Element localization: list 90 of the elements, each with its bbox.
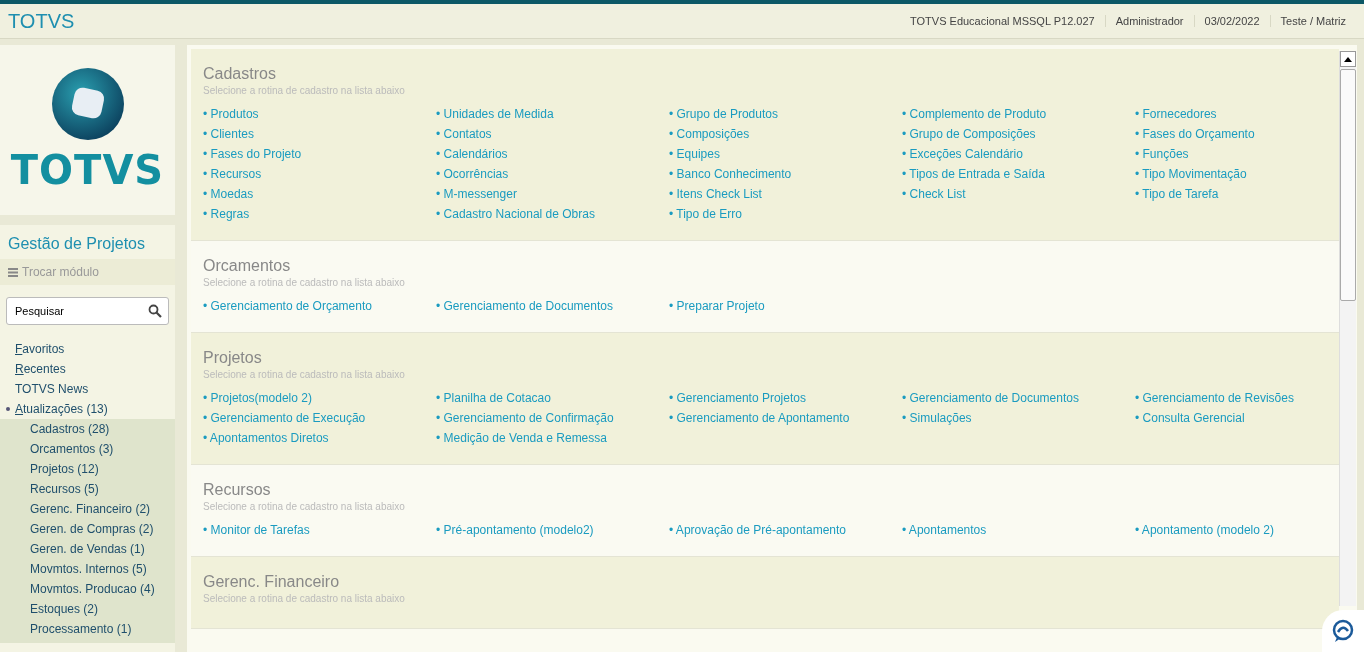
app-brand: TOTVS: [8, 9, 75, 33]
routine-link[interactable]: • Calendários: [436, 144, 669, 164]
routine-link[interactable]: • Fases do Projeto: [203, 144, 436, 164]
routine-link[interactable]: • Projetos(modelo 2): [203, 388, 436, 408]
routine-link[interactable]: • Simulações: [902, 408, 1135, 428]
routine-link[interactable]: • Check List: [902, 184, 1135, 204]
routine-link[interactable]: • Grupo de Composições: [902, 124, 1135, 144]
routine-link[interactable]: • Apontamento (modelo 2): [1135, 520, 1339, 540]
routine-link[interactable]: • Gerenciamento de Documentos: [436, 296, 669, 316]
submenu-item[interactable]: Cadastros (28): [0, 419, 175, 439]
routine-link[interactable]: • Clientes: [203, 124, 436, 144]
routine-link[interactable]: • Exceções Calendário: [902, 144, 1135, 164]
submenu-item[interactable]: Recursos (5): [0, 479, 175, 499]
routine-link[interactable]: • Grupo de Produtos: [669, 104, 902, 124]
routine-link[interactable]: • Gerenciamento de Execução: [203, 408, 436, 428]
switch-module-button[interactable]: Trocar módulo: [0, 259, 175, 285]
routine-link[interactable]: • Apontamentos: [902, 520, 1135, 540]
submenu-item[interactable]: Geren. de Vendas (1): [0, 539, 175, 559]
routine-link[interactable]: • Fornecedores: [1135, 104, 1339, 124]
scrollbar[interactable]: [1339, 51, 1356, 606]
expanded-dot-icon: [6, 407, 10, 411]
routine-link[interactable]: • Tipo de Erro: [669, 204, 902, 224]
routine-link[interactable]: • Unidades de Medida: [436, 104, 669, 124]
menu-item[interactable]: Atualizações (13): [0, 399, 175, 419]
scroll-up-button[interactable]: [1340, 51, 1356, 67]
routine-link[interactable]: • Composições: [669, 124, 902, 144]
section-title: Recursos: [203, 481, 272, 499]
routine-link[interactable]: • Monitor de Tarefas: [203, 520, 436, 540]
routine-link[interactable]: • Tipos de Entrada e Saída: [902, 164, 1135, 184]
section-title: Projetos: [203, 349, 263, 367]
search-box[interactable]: Pesquisar: [6, 297, 169, 325]
menu-item[interactable]: Recentes: [0, 359, 175, 379]
header-info: 03/02/2022: [1193, 15, 1270, 27]
routine-link[interactable]: • Contatos: [436, 124, 669, 144]
chat-bubble-icon: [1331, 619, 1355, 643]
section-subtitle: Selecione a rotina de cadastro na lista abaixo: [203, 501, 406, 512]
routine-link[interactable]: • Cadastro Nacional de Obras: [436, 204, 669, 224]
chat-button[interactable]: [1322, 610, 1364, 652]
submenu-item[interactable]: Projetos (12): [0, 459, 175, 479]
routine-link[interactable]: • Banco Conhecimento: [669, 164, 902, 184]
routine-link[interactable]: • Apontamentos Diretos: [203, 428, 436, 448]
routine-link[interactable]: • Gerenciamento de Apontamento: [669, 408, 902, 428]
routine-link[interactable]: • Medição de Venda e Remessa: [436, 428, 669, 448]
submenu-item[interactable]: Processamento (1): [0, 619, 175, 639]
routine-link[interactable]: • Produtos: [203, 104, 436, 124]
logo-text: TOTVS: [10, 147, 165, 193]
menu-item[interactable]: TOTVS News: [0, 379, 175, 399]
routine-link[interactable]: • Pré-apontamento (modelo2): [436, 520, 669, 540]
routine-link[interactable]: • Complemento de Produto: [902, 104, 1135, 124]
submenu-item[interactable]: Movmtos. Internos (5): [0, 559, 175, 579]
routine-link[interactable]: • Regras: [203, 204, 436, 224]
section-title: Gerenc. Financeiro: [203, 573, 341, 591]
routine-link[interactable]: • Recursos: [203, 164, 436, 184]
header-info: Administrador: [1104, 15, 1194, 27]
scroll-thumb[interactable]: [1340, 69, 1356, 301]
routine-link[interactable]: • Aprovação de Pré-apontamento: [669, 520, 902, 540]
routine-link[interactable]: • Ocorrências: [436, 164, 669, 184]
routine-link[interactable]: • Tipo de Tarefa: [1135, 184, 1339, 204]
routine-link[interactable]: • Gerenciamento Projetos: [669, 388, 902, 408]
section-title: Cadastros: [203, 65, 277, 83]
menu-icon: [8, 267, 18, 277]
submenu-item[interactable]: Orcamentos (3): [0, 439, 175, 459]
routine-link[interactable]: • Moedas: [203, 184, 436, 204]
search-field[interactable]: Pesquisar: [13, 304, 148, 318]
submenu-item[interactable]: Movmtos. Producao (4): [0, 579, 175, 599]
up-triangle-icon: [1344, 56, 1352, 62]
menu-item[interactable]: Favoritos: [0, 339, 175, 359]
submenu-item[interactable]: Geren. de Compras (2): [0, 519, 175, 539]
routine-link[interactable]: • Equipes: [669, 144, 902, 164]
routine-link[interactable]: • Preparar Projeto: [669, 296, 902, 316]
section-subtitle: Selecione a rotina de cadastro na lista abaixo: [203, 277, 406, 288]
submenu-item[interactable]: Gerenc. Financeiro (2): [0, 499, 175, 519]
routine-link[interactable]: • M-messenger: [436, 184, 669, 204]
section-title: Orcamentos: [203, 257, 292, 275]
routine-link[interactable]: • Funções: [1135, 144, 1339, 164]
module-title: Gestão de Projetos: [7, 235, 146, 254]
routine-link[interactable]: • Gerenciamento de Revisões: [1135, 388, 1339, 408]
routine-link[interactable]: • Gerenciamento de Confirmação: [436, 408, 669, 428]
routine-link[interactable]: • Fases do Orçamento: [1135, 124, 1339, 144]
routine-link[interactable]: • Itens Check List: [669, 184, 902, 204]
routine-link[interactable]: • Consulta Gerencial: [1135, 408, 1339, 428]
routine-link[interactable]: • Gerenciamento de Documentos: [902, 388, 1135, 408]
logo-globe-icon: [50, 67, 125, 141]
header-info: TOTVS Educacional MSSQL P12.027: [909, 15, 1096, 27]
header-info: Teste / Matriz: [1269, 15, 1356, 27]
routine-link[interactable]: • Planilha de Cotacao: [436, 388, 669, 408]
submenu-item[interactable]: Estoques (2): [0, 599, 175, 619]
routine-link[interactable]: • Tipo Movimentação: [1135, 164, 1339, 184]
routine-link[interactable]: • Gerenciamento de Orçamento: [203, 296, 436, 316]
search-icon: [148, 304, 162, 318]
